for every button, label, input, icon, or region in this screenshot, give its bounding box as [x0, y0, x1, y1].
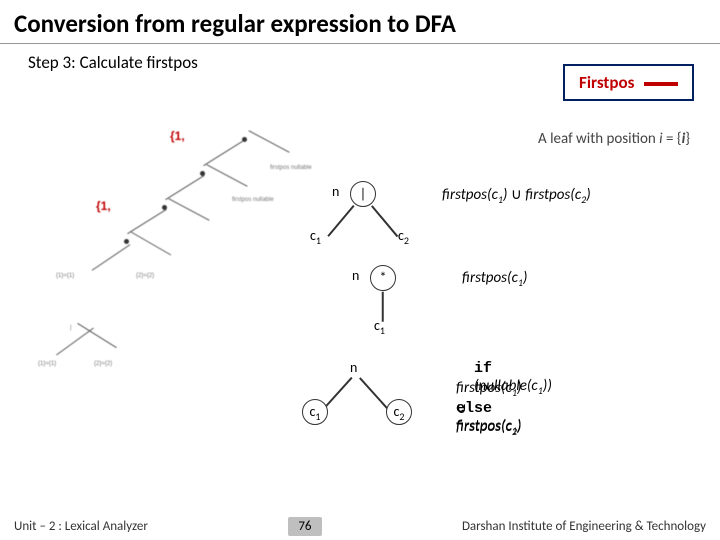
legend-label: Firstpos [579, 72, 634, 93]
footer-left: Unit – 2 : Lexical Analyzer [0, 519, 148, 534]
star-rule-text: firstpos(c1) [462, 269, 527, 289]
star-node: * [370, 265, 396, 291]
legend-box: Firstpos [563, 64, 694, 101]
concat-c2-node: c2 [386, 399, 412, 425]
firstpos-set-top: {1, [170, 129, 185, 143]
left-syntax-tree: {1, firstpos nullable {1, firstpos nulla… [40, 125, 320, 455]
concat-else-text: else firstpos(c1) [456, 399, 521, 437]
page-title: Conversion from regular expression to DF… [0, 0, 720, 44]
union-rule-text: firstpos(c1) ∪ firstpos(c2) [442, 185, 702, 206]
page-number: 76 [288, 517, 321, 536]
concat-n-label: n [350, 359, 357, 376]
union-n-label: n [332, 183, 339, 200]
union-c1-label: c1 [310, 227, 321, 247]
firstpos-set-mid: {1, [96, 199, 111, 213]
union-node: | [350, 181, 376, 207]
union-c2-label: c2 [398, 227, 409, 247]
footer-mid: 76 [148, 517, 462, 536]
footer: Unit – 2 : Lexical Analyzer 76 Darshan I… [0, 512, 720, 540]
footer-right: Darshan Institute of Engineering & Techn… [462, 519, 720, 534]
concat-c1-node: c1 [302, 399, 328, 425]
star-c1-label: c1 [374, 317, 385, 337]
diagram-stage: {1, firstpos nullable {1, firstpos nulla… [0, 105, 720, 485]
legend-swatch [644, 82, 678, 86]
star-n-label: n [352, 267, 359, 284]
